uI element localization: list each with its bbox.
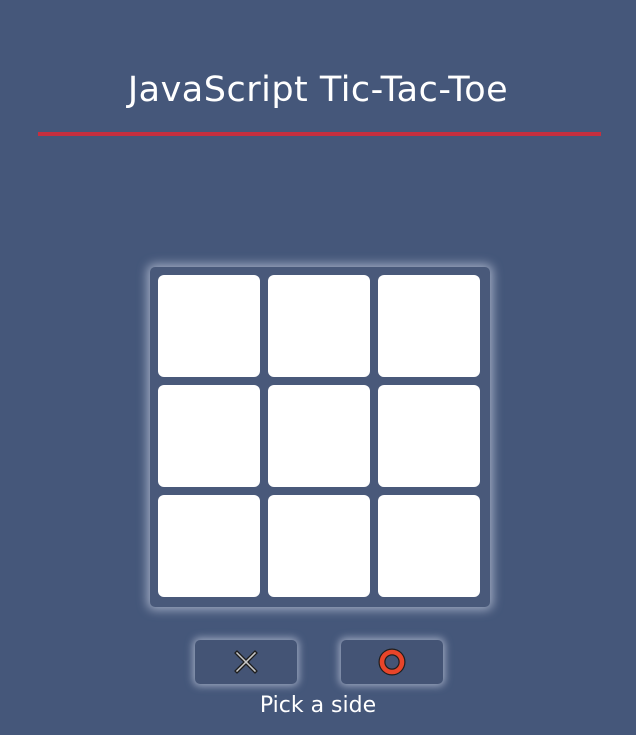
title-divider: [38, 132, 601, 136]
board-cell-1[interactable]: [158, 275, 260, 377]
board-cell-3[interactable]: [378, 275, 480, 377]
pick-o-button[interactable]: [341, 640, 443, 684]
board-cell-9[interactable]: [378, 495, 480, 597]
game-board: [150, 267, 490, 607]
board-cell-6[interactable]: [378, 385, 480, 487]
board-cell-4[interactable]: [158, 385, 260, 487]
board-cell-8[interactable]: [268, 495, 370, 597]
board-cell-5[interactable]: [268, 385, 370, 487]
board-cell-2[interactable]: [268, 275, 370, 377]
pick-x-button[interactable]: [195, 640, 297, 684]
pick-side-prompt: Pick a side: [259, 693, 377, 718]
board-cell-7[interactable]: [158, 495, 260, 597]
x-marker-icon: [234, 650, 258, 674]
page-title: JavaScript Tic-Tac-Toe: [127, 70, 509, 110]
o-marker-icon: [378, 648, 406, 676]
